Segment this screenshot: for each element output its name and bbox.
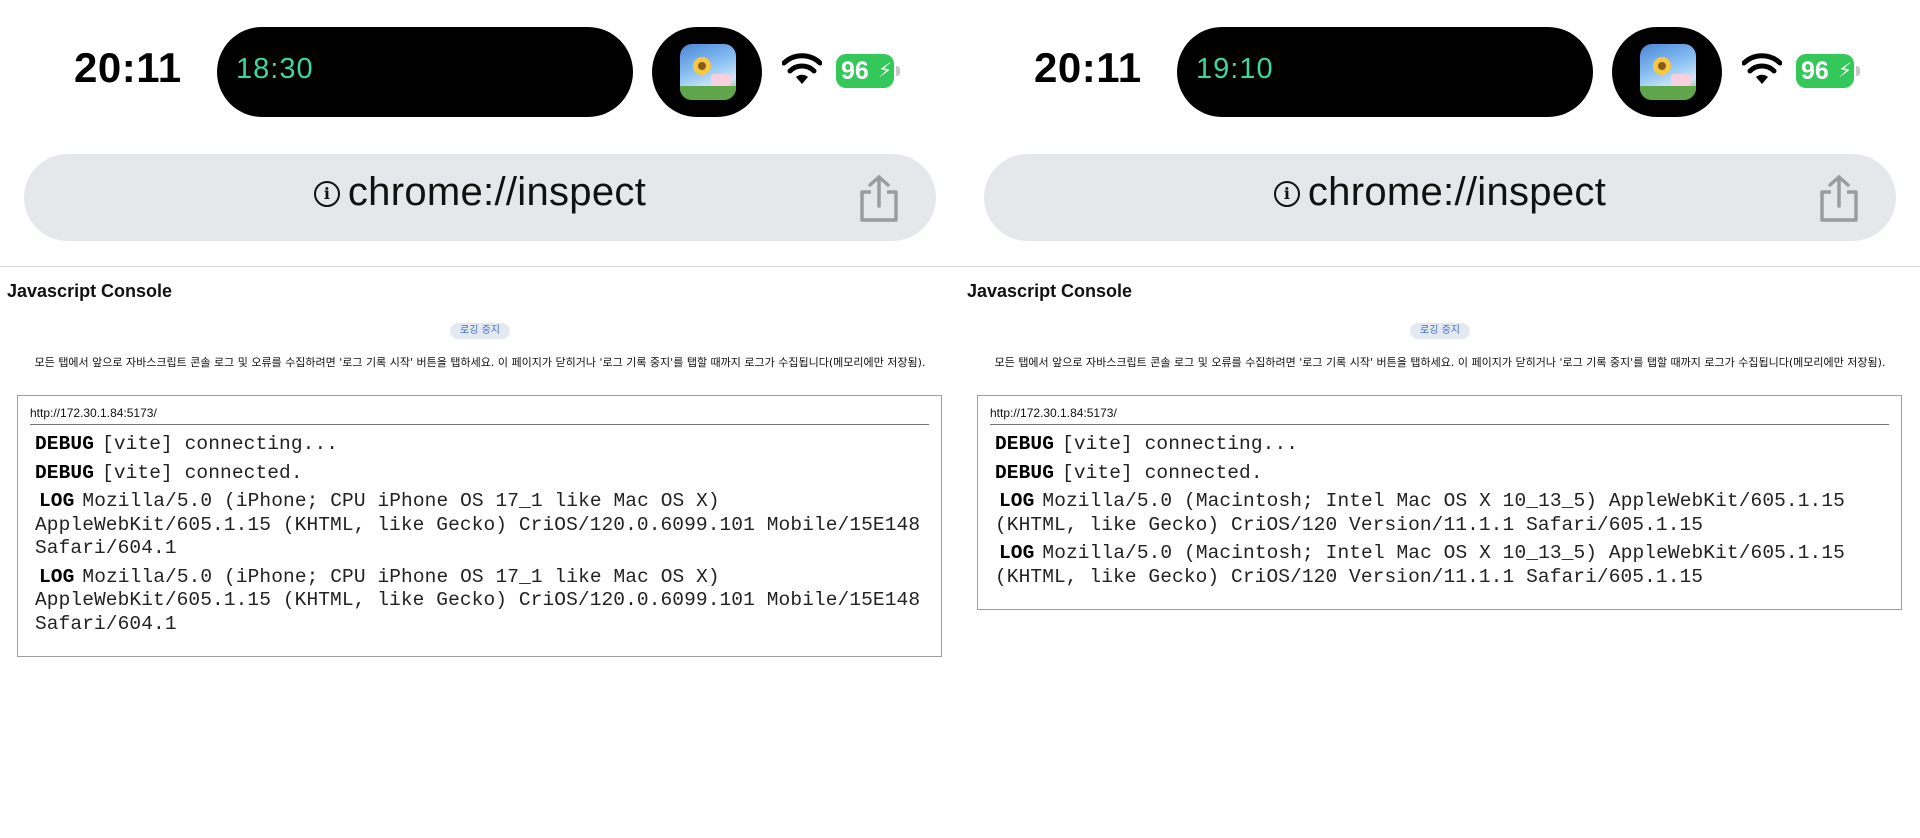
logging-description: 모든 탭에서 앞으로 자바스크립트 콘솔 로그 및 오류를 수집하려면 '로그 … <box>34 356 926 369</box>
island-timer-text: 19:10 <box>1196 53 1274 85</box>
log-level-badge: LOG <box>999 490 1035 512</box>
console-log-panel: http://172.30.1.84:5173/ DEBUG [vite] con… <box>977 395 1902 610</box>
log-level-badge: DEBUG <box>995 461 1055 484</box>
log-level-badge: DEBUG <box>35 461 95 484</box>
log-entry: LOG Mozilla/5.0 (iPhone; CPU iPhone OS 17… <box>30 563 929 639</box>
dynamic-island-app[interactable] <box>1612 27 1722 117</box>
log-message: [vite] connected. <box>102 461 303 484</box>
battery-icon: 96 ⚡ <box>836 54 900 88</box>
console-log-panel: http://172.30.1.84:5173/ DEBUG [vite] con… <box>17 395 942 657</box>
log-level-badge: DEBUG <box>35 433 95 455</box>
dynamic-island-app[interactable] <box>652 27 762 117</box>
battery-level: 96 <box>1801 57 1829 85</box>
log-level-badge: LOG <box>39 565 75 588</box>
battery-icon: 96 ⚡ <box>1796 54 1860 88</box>
log-level-badge: LOG <box>39 490 75 512</box>
status-bar: 20:11 19:10 96 ⚡ <box>960 0 1920 140</box>
dynamic-island-timer[interactable]: 18:30 <box>217 27 633 117</box>
log-source-url: http://172.30.1.84:5173/ <box>30 406 929 425</box>
log-message: Mozilla/5.0 (iPhone; CPU iPhone OS 17_1 … <box>35 565 921 635</box>
log-entry: LOG Mozilla/5.0 (Macintosh; Intel Mac OS … <box>990 539 1889 591</box>
log-entry: DEBUG [vite] connecting... <box>30 430 929 459</box>
address-url[interactable]: chrome://inspect <box>1308 170 1606 214</box>
app-thumbnail-icon <box>1640 44 1696 100</box>
dynamic-island-timer[interactable]: 19:10 <box>1177 27 1593 117</box>
address-bar[interactable]: i chrome://inspect <box>24 154 936 241</box>
status-time: 20:11 <box>74 44 182 91</box>
comparison-screenshots: 20:11 18:30 96 ⚡ i chrome://inspect Java… <box>0 0 1920 838</box>
wifi-icon <box>781 52 823 86</box>
log-source-url: http://172.30.1.84:5173/ <box>990 406 1889 425</box>
log-message: [vite] connecting... <box>102 433 339 455</box>
app-thumbnail-icon <box>680 44 736 100</box>
log-message: Mozilla/5.0 (iPhone; CPU iPhone OS 17_1 … <box>35 490 921 559</box>
page-title: Javascript Console <box>967 281 1133 301</box>
phone-screen-right: 20:11 19:10 96 ⚡ i chrome://inspect Java… <box>960 0 1920 838</box>
address-url[interactable]: chrome://inspect <box>348 170 646 214</box>
wifi-icon <box>1741 52 1783 86</box>
share-icon[interactable] <box>1816 174 1862 224</box>
log-message: Mozilla/5.0 (Macintosh; Intel Mac OS X 1… <box>995 542 1845 588</box>
log-entry: DEBUG [vite] connecting... <box>990 430 1889 459</box>
log-message: [vite] connected. <box>1062 461 1263 484</box>
log-entry: DEBUG [vite] connected. <box>30 459 929 488</box>
share-icon[interactable] <box>856 174 902 224</box>
stop-logging-button[interactable]: 로깅 중지 <box>1410 323 1470 339</box>
log-level-badge: DEBUG <box>995 433 1055 455</box>
info-icon[interactable]: i <box>1273 181 1300 207</box>
log-entry: LOG Mozilla/5.0 (iPhone; CPU iPhone OS 17… <box>30 487 929 563</box>
log-level-badge: LOG <box>999 542 1035 564</box>
status-bar: 20:11 18:30 96 ⚡ <box>0 0 960 140</box>
log-entry: LOG Mozilla/5.0 (Macintosh; Intel Mac OS … <box>990 487 1889 539</box>
log-entry: DEBUG [vite] connected. <box>990 459 1889 488</box>
charging-bolt-icon: ⚡ <box>1838 60 1853 82</box>
logging-description: 모든 탭에서 앞으로 자바스크립트 콘솔 로그 및 오류를 수집하려면 '로그 … <box>994 356 1886 369</box>
header-divider <box>960 266 1920 267</box>
stop-logging-button[interactable]: 로깅 중지 <box>450 323 510 339</box>
log-message: [vite] connecting... <box>1062 433 1299 455</box>
log-message: Mozilla/5.0 (Macintosh; Intel Mac OS X 1… <box>995 490 1845 536</box>
island-timer-text: 18:30 <box>236 53 314 85</box>
info-icon[interactable]: i <box>313 181 340 207</box>
page-title: Javascript Console <box>7 281 173 301</box>
charging-bolt-icon: ⚡ <box>878 60 893 82</box>
battery-level: 96 <box>841 57 869 85</box>
phone-screen-left: 20:11 18:30 96 ⚡ i chrome://inspect Java… <box>0 0 960 838</box>
status-time: 20:11 <box>1034 44 1142 91</box>
header-divider <box>0 266 960 267</box>
address-bar[interactable]: i chrome://inspect <box>984 154 1896 241</box>
